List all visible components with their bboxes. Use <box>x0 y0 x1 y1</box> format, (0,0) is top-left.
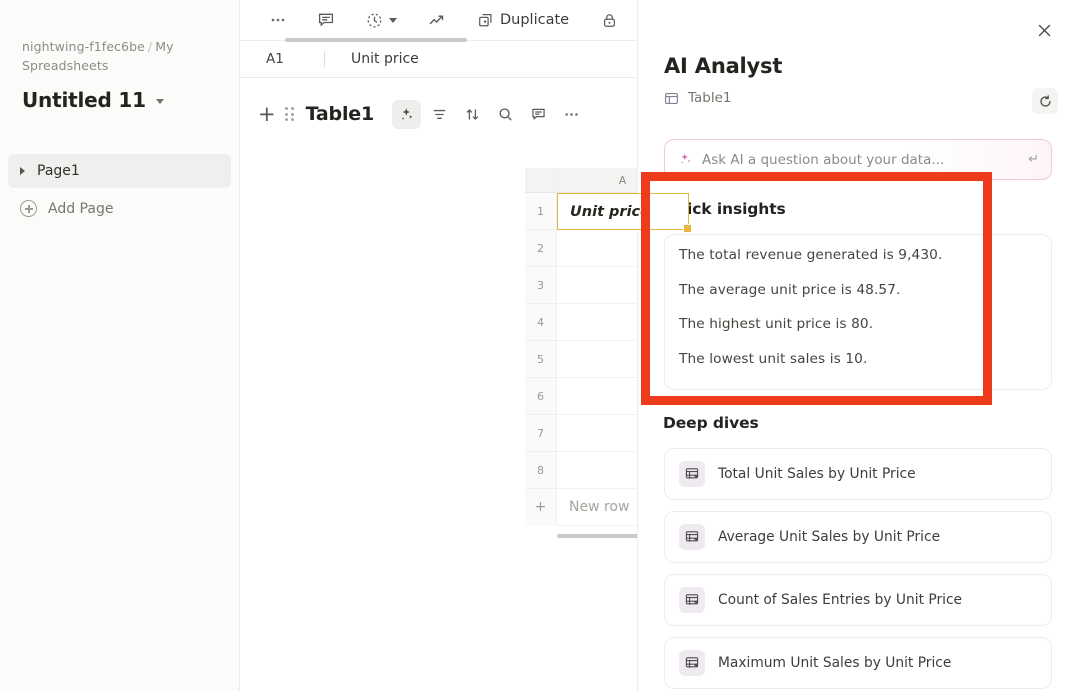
row-number[interactable]: 5 <box>525 341 557 378</box>
ai-analyst-button[interactable] <box>391 99 421 129</box>
list-item[interactable]: Count of Sales Entries by Unit Price <box>664 574 1052 626</box>
list-item-label: Total Unit Sales by Unit Price <box>718 466 916 482</box>
row-number[interactable]: 6 <box>525 378 557 415</box>
insight-item: The average unit price is 48.57. <box>679 281 901 298</box>
breadcrumb-separator: / <box>147 39 153 54</box>
table-add-icon <box>685 657 699 668</box>
document-title-row[interactable]: Untitled 11 <box>0 76 239 112</box>
panel-title: AI Analyst <box>664 54 783 78</box>
horizontal-scrollbar-top[interactable] <box>285 38 467 42</box>
add-page-button[interactable]: Add Page <box>8 192 231 226</box>
chevron-down-icon <box>389 17 397 23</box>
cell-a1[interactable]: Unit price <box>557 193 692 233</box>
table-add-icon <box>679 587 705 613</box>
row-number[interactable]: 2 <box>525 230 557 267</box>
more-icon <box>271 18 285 22</box>
table-comment-button[interactable] <box>524 100 553 129</box>
deep-dives-heading: Deep dives <box>663 414 759 432</box>
plus-circle-icon <box>20 200 37 217</box>
corner-cell <box>525 168 557 193</box>
duplicate-button[interactable]: Duplicate <box>469 5 577 35</box>
breadcrumb-workspace[interactable]: nightwing-f1fec6be <box>22 39 145 54</box>
table-tool-icons <box>391 99 586 129</box>
table-add-icon <box>679 524 705 550</box>
filter-button[interactable] <box>425 100 454 129</box>
more-options-button[interactable] <box>262 5 294 35</box>
insight-item: The total revenue generated is 9,430. <box>679 247 943 263</box>
trend-icon <box>429 15 443 24</box>
refresh-icon <box>1039 94 1051 107</box>
more-icon <box>565 112 578 116</box>
table-add-icon <box>685 468 699 479</box>
ask-ai-wrapper: Ask AI a question about your data... ↵ <box>664 139 1052 180</box>
page-list: Page1 Add Page <box>0 153 239 226</box>
history-icon <box>367 13 382 27</box>
row-number[interactable]: 8 <box>525 452 557 489</box>
table-icon <box>665 92 678 104</box>
list-item[interactable]: Maximum Unit Sales by Unit Price <box>664 637 1052 689</box>
insight-item: The highest unit price is 80. <box>679 316 874 333</box>
panel-source[interactable]: Table1 <box>664 90 732 106</box>
deep-dives-list: Total Unit Sales by Unit Price Average U… <box>664 448 1052 691</box>
list-item-label: Average Unit Sales by Unit Price <box>718 529 941 545</box>
list-item[interactable]: Average Unit Sales by Unit Price <box>664 511 1052 563</box>
close-button[interactable] <box>1030 16 1058 44</box>
sparkle-icon <box>681 153 691 164</box>
column-letter-a: A <box>618 173 627 187</box>
comment-icon <box>532 108 545 120</box>
row-number[interactable]: 4 <box>525 304 557 341</box>
spreadsheet-app: nightwing-f1fec6be / My Spreadsheets Untit… <box>0 0 1078 691</box>
insights-trend-button[interactable] <box>421 5 453 35</box>
ask-ai-placeholder: Ask AI a question about your data... <box>702 151 945 168</box>
page-title: Untitled 11 <box>22 87 146 112</box>
lock-button[interactable] <box>593 5 625 35</box>
duplicate-label: Duplicate <box>500 12 570 28</box>
sparkle-icon <box>401 107 413 120</box>
row-number[interactable]: 1 <box>525 193 557 230</box>
sort-icon <box>466 108 479 120</box>
plus-icon: + <box>525 488 557 526</box>
row-number[interactable]: 7 <box>525 415 557 452</box>
add-page-label: Add Page <box>48 200 114 217</box>
list-item[interactable]: Total Unit Sales by Unit Price <box>664 448 1052 500</box>
formula-input[interactable]: Unit price <box>351 51 419 67</box>
sidebar: nightwing-f1fec6be / My Spreadsheets Untit… <box>0 0 240 691</box>
list-item-label: Maximum Unit Sales by Unit Price <box>718 655 952 671</box>
quick-insights-card: The total revenue generated is 9,430. Th… <box>664 234 1052 390</box>
filter-icon <box>433 109 446 119</box>
panel-source-label: Table1 <box>688 90 732 106</box>
search-icon <box>499 107 512 120</box>
add-table-button[interactable]: + <box>254 103 280 125</box>
chevron-right-icon[interactable] <box>20 166 25 175</box>
sidebar-item-page1[interactable]: Page1 <box>8 153 231 188</box>
table-more-button[interactable] <box>557 100 586 129</box>
chevron-down-icon[interactable] <box>155 98 164 104</box>
insight-item: The lowest unit sales is 10. <box>679 351 868 368</box>
divider <box>324 51 325 67</box>
comment-button[interactable] <box>310 5 342 35</box>
sort-button[interactable] <box>458 100 487 129</box>
table-add-icon <box>685 594 699 605</box>
sidebar-item-label: Page1 <box>37 162 80 179</box>
table-name[interactable]: Table1 <box>306 103 375 125</box>
breadcrumb: nightwing-f1fec6be / My Spreadsheets <box>0 0 239 76</box>
ask-ai-input[interactable]: Ask AI a question about your data... ↵ <box>664 139 1052 180</box>
list-item-label: Count of Sales Entries by Unit Price <box>718 592 963 608</box>
table-add-icon <box>679 650 705 676</box>
duplicate-icon <box>479 13 492 26</box>
cell-reference[interactable]: A1 <box>266 51 324 67</box>
table-add-icon <box>679 461 705 487</box>
close-icon <box>1038 24 1050 36</box>
comment-icon <box>318 13 334 27</box>
drag-handle-icon[interactable] <box>284 106 296 122</box>
lock-icon <box>603 13 615 27</box>
enter-icon[interactable]: ↵ <box>1028 152 1039 167</box>
row-number[interactable]: 3 <box>525 267 557 304</box>
refresh-button[interactable] <box>1032 88 1058 114</box>
table-add-icon <box>685 531 699 542</box>
search-button[interactable] <box>491 100 520 129</box>
version-history-button[interactable] <box>358 5 405 35</box>
